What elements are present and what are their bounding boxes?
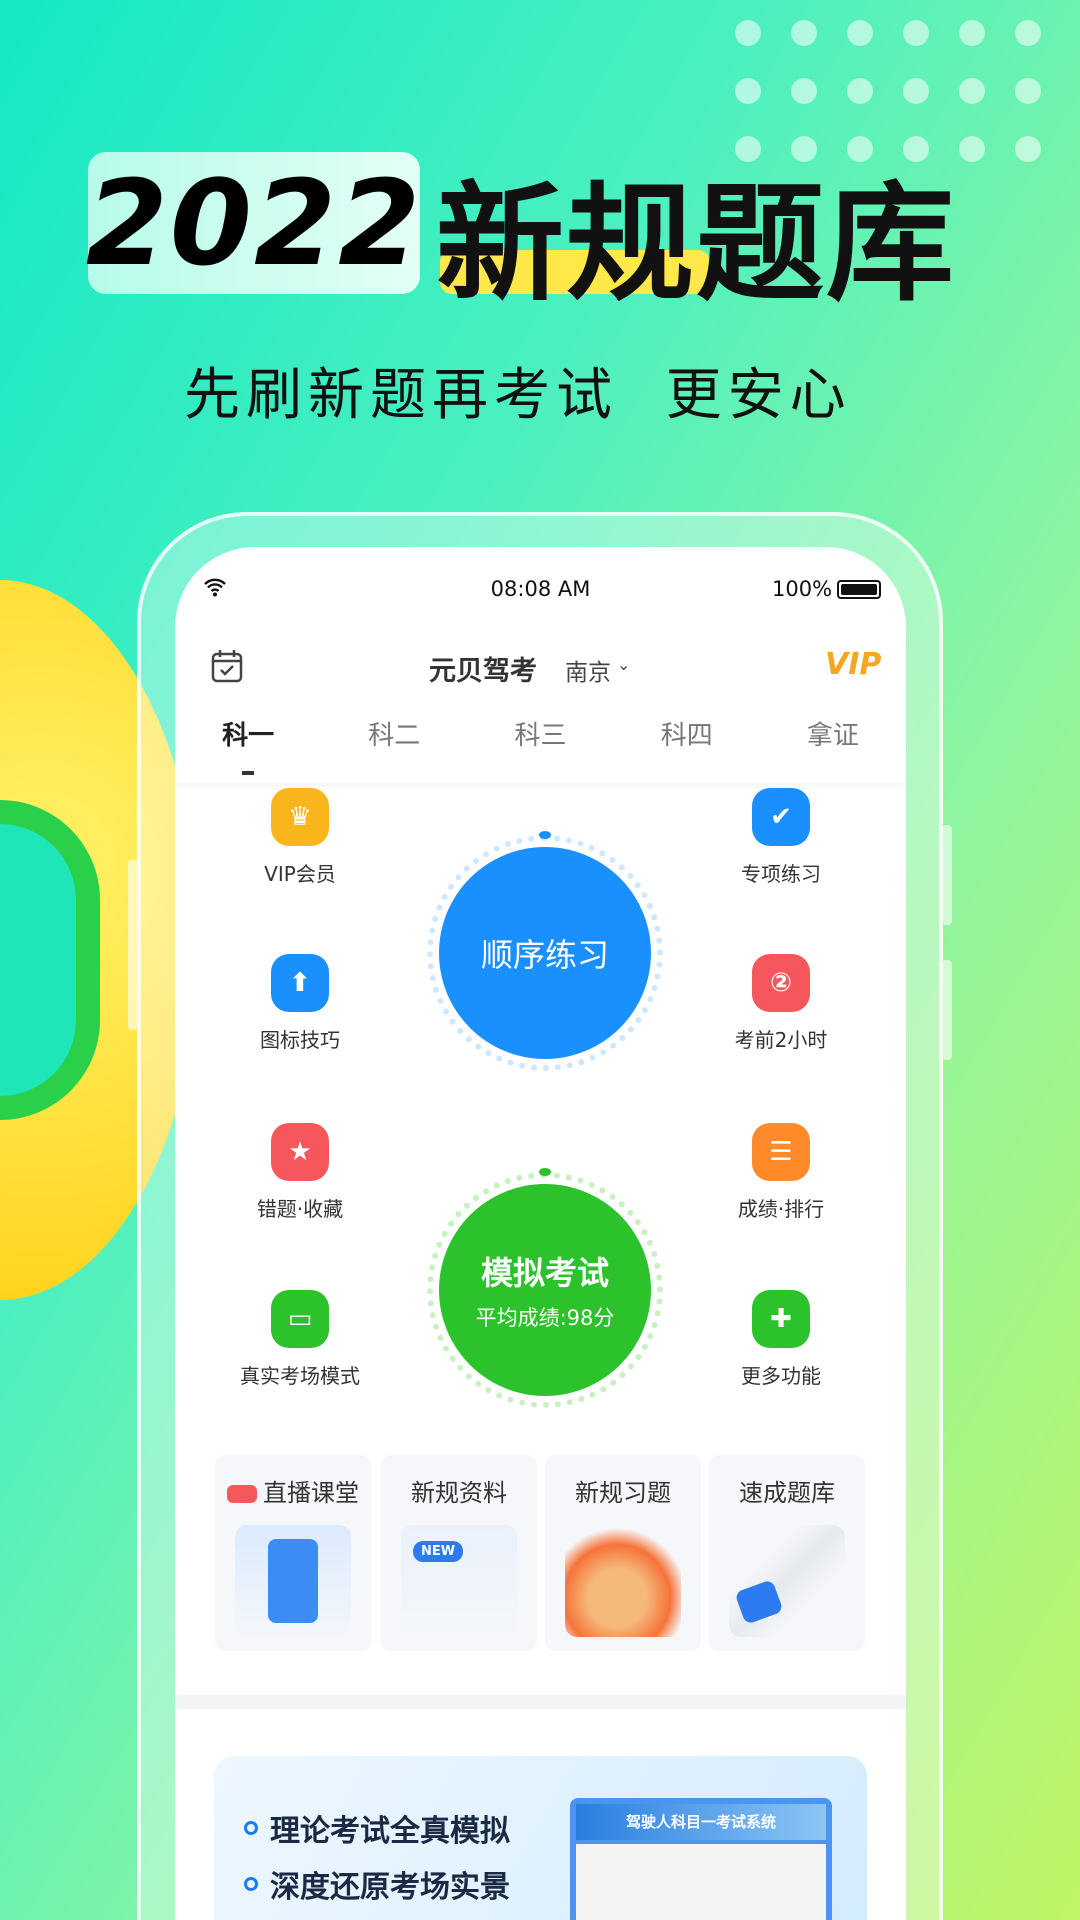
card-new-questions[interactable]: 新规习题: [545, 1455, 701, 1651]
feature-label: 考前2小时: [734, 1028, 828, 1052]
sequential-practice-button[interactable]: 顺序练习: [439, 847, 651, 1059]
mock-exam-label: 模拟考试: [480, 1254, 609, 1292]
promo-year: 2022: [85, 152, 423, 294]
checkmark-illustration: [729, 1525, 845, 1637]
feature-label: 专项练习: [741, 862, 821, 886]
screen-title: 驾驶人科目一考试系统: [576, 1804, 826, 1840]
question-book-illustration: [565, 1525, 681, 1637]
feature-label: 错题·收藏: [256, 1197, 344, 1221]
feature-mistakes[interactable]: ★ 错题·收藏: [225, 1123, 375, 1222]
banner-text: 深度还原考场实景: [270, 1870, 510, 1905]
battery-icon: [837, 580, 881, 599]
card-label: 速成题库: [739, 1479, 835, 1507]
average-score: 平均成绩:98分: [475, 1306, 615, 1330]
phone-button: [942, 825, 952, 925]
feature-more[interactable]: ✚ 更多功能: [706, 1290, 856, 1389]
star-icon: ★: [271, 1123, 329, 1181]
crown-icon: ♛: [271, 788, 329, 846]
timer-icon: ②: [752, 954, 810, 1012]
promo-subtitle: 先刷新题再考试 更安心: [184, 363, 852, 428]
banner-text: 理论考试全真模拟: [270, 1814, 510, 1849]
section-divider: [175, 1695, 906, 1709]
tab-subject-1[interactable]: 科一: [175, 715, 321, 752]
feature-special[interactable]: ✔ 专项练习: [706, 788, 856, 887]
mock-exam-button[interactable]: 模拟考试平均成绩:98分: [439, 1184, 651, 1396]
monitor-icon: ▭: [271, 1290, 329, 1348]
feature-ranking[interactable]: ☰ 成绩·排行: [706, 1123, 856, 1222]
banner-line: 深度还原考场实景: [244, 1862, 510, 1906]
exam-simulation-banner[interactable]: 理论考试全真模拟 深度还原考场实景 驾驶人科目一考试系统: [214, 1756, 867, 1920]
live-icon: [227, 1485, 257, 1503]
vip-badge[interactable]: VIP: [825, 647, 881, 682]
feature-vip[interactable]: ♛ VIP会员: [225, 788, 375, 887]
card-label: 直播课堂: [263, 1479, 359, 1507]
card-quick-bank[interactable]: 速成题库: [709, 1455, 865, 1651]
tab-license[interactable]: 拿证: [760, 715, 906, 752]
chevron-down-icon: ⌄: [617, 655, 631, 674]
book-illustration: NEW: [401, 1525, 517, 1637]
subject-tabs: 科一 科二 科三 科四 拿证: [175, 715, 906, 752]
active-tab-indicator: [242, 771, 254, 775]
list-icon: ☰: [752, 1123, 810, 1181]
phone-button: [942, 960, 952, 1060]
feature-label: 真实考场模式: [240, 1364, 360, 1388]
app-header: 元贝驾考 南京 ⌄ VIP: [175, 641, 906, 691]
battery-level: 100%: [772, 577, 833, 601]
feature-real-exam[interactable]: ▭ 真实考场模式: [225, 1290, 375, 1389]
card-new-materials[interactable]: 新规资料 NEW: [381, 1455, 537, 1651]
decorative-ring: [0, 800, 100, 1120]
sequential-label: 顺序练习: [480, 936, 609, 974]
screen-body: [576, 1844, 826, 1920]
new-tag: NEW: [413, 1541, 464, 1562]
card-label: 新规习题: [575, 1479, 671, 1507]
feature-label: 更多功能: [741, 1364, 821, 1388]
bullet-icon: [244, 1877, 258, 1891]
app-name: 元贝驾考: [429, 656, 537, 687]
feature-icon-tips[interactable]: ⬆ 图标技巧: [225, 954, 375, 1053]
phone-button: [128, 860, 138, 1030]
tab-subject-2[interactable]: 科二: [321, 715, 467, 752]
arrow-up-icon: ⬆: [271, 954, 329, 1012]
phone-video-illustration: [235, 1525, 351, 1637]
city-name: 南京: [565, 660, 611, 686]
card-live-class[interactable]: 直播课堂: [215, 1455, 371, 1651]
banner-line: 理论考试全真模拟: [244, 1806, 510, 1850]
promo-title: 新规题库: [436, 170, 957, 319]
bullet-icon: [244, 1821, 258, 1835]
feature-2-hours[interactable]: ② 考前2小时: [706, 954, 856, 1053]
feature-label: 成绩·排行: [737, 1197, 825, 1221]
tab-subject-4[interactable]: 科四: [614, 715, 760, 752]
tab-subject-3[interactable]: 科三: [467, 715, 613, 752]
progress-dot: [539, 1168, 551, 1176]
card-label: 新规资料: [411, 1479, 507, 1507]
exam-system-screenshot: 驾驶人科目一考试系统: [570, 1798, 832, 1920]
progress-dot: [539, 831, 551, 839]
city-selector[interactable]: 南京 ⌄: [565, 653, 630, 687]
grid-icon: ✚: [752, 1290, 810, 1348]
feature-label: 图标技巧: [260, 1028, 340, 1052]
feature-label: VIP会员: [264, 862, 336, 886]
calendar-check-icon[interactable]: [211, 649, 243, 687]
app-screen: 08:08 AM 100% 元贝驾考 南京 ⌄ VIP 科一 科二 科三 科四 拿…: [175, 547, 906, 1920]
clipboard-icon: ✔: [752, 788, 810, 846]
